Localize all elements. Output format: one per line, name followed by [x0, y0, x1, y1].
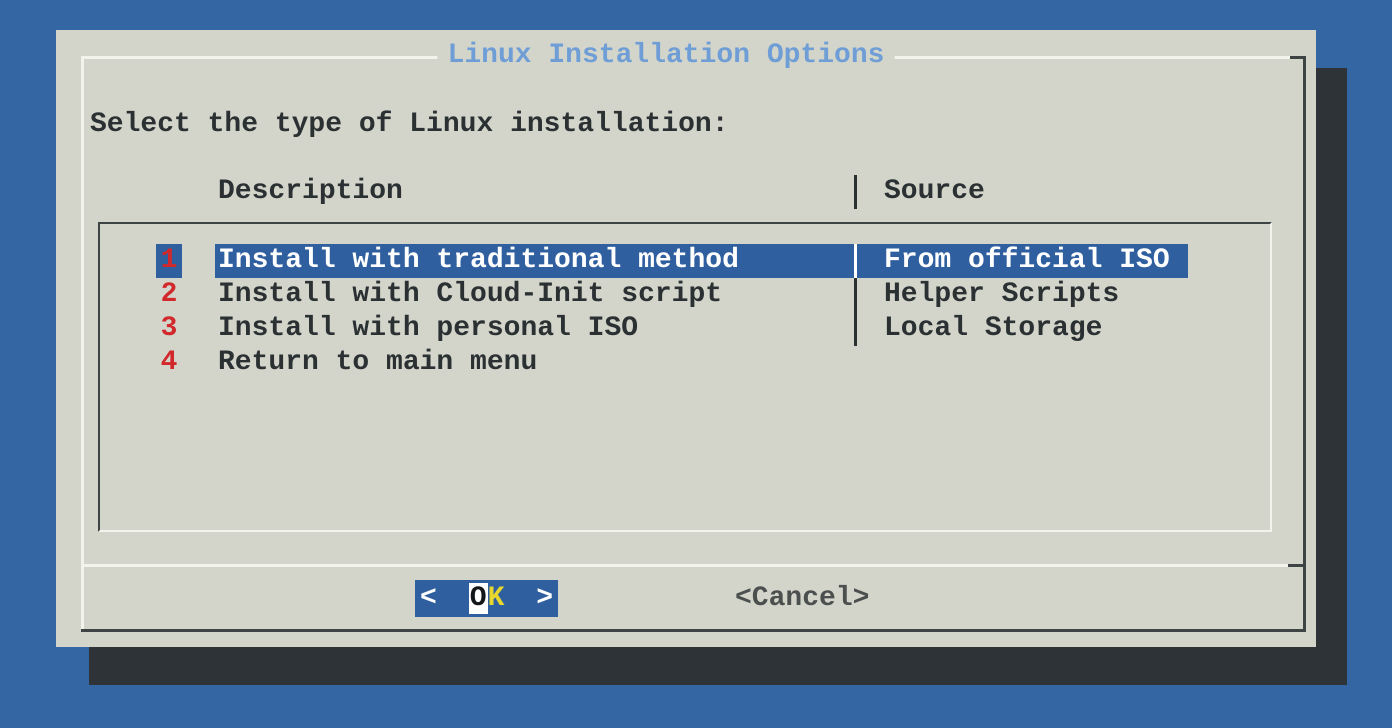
dialog-border-left — [81, 56, 84, 632]
dialog-window: Linux Installation Options Select the ty… — [56, 30, 1316, 647]
button-separator-right-tick — [1288, 564, 1303, 567]
menu-item-4[interactable]: 4 Return to main menu — [100, 346, 1270, 380]
menu-listbox[interactable]: 1 Install with traditional method From off… — [98, 222, 1272, 532]
menu-item-description: Return to main menu — [218, 346, 537, 380]
terminal-screen: Linux Installation Options Select the ty… — [0, 0, 1392, 728]
row-separator-icon — [854, 244, 857, 278]
ok-label: OK — [437, 583, 536, 614]
row-separator-icon — [854, 278, 857, 312]
menu-item-source: Local Storage — [884, 312, 1102, 346]
column-header-description: Description — [218, 175, 403, 209]
menu-item-source: From official ISO — [884, 244, 1170, 278]
dialog-title: Linux Installation Options — [438, 40, 895, 72]
menu-item-1[interactable]: 1 Install with traditional method From off… — [100, 244, 1270, 278]
button-separator-line — [83, 564, 1288, 567]
menu-item-tag: 4 — [156, 346, 182, 380]
menu-item-tag: 1 — [156, 244, 182, 278]
ok-right-bracket: > — [536, 583, 553, 614]
menu-item-tag: 3 — [156, 312, 182, 346]
ok-hotkey: K — [488, 583, 505, 614]
dialog-border-bottom — [81, 629, 1306, 632]
column-header-source: Source — [884, 175, 985, 209]
dialog-message: Select the type of Linux installation: — [90, 108, 729, 142]
dialog-border-right — [1303, 56, 1306, 632]
menu-item-description: Install with personal ISO — [218, 312, 638, 346]
menu-item-source: Helper Scripts — [884, 278, 1119, 312]
menu-item-tag: 2 — [156, 278, 182, 312]
menu-item-description: Install with Cloud-Init script — [218, 278, 722, 312]
ok-left-bracket: < — [420, 583, 437, 614]
cancel-button[interactable]: <Cancel> — [735, 580, 869, 617]
column-separator-icon — [854, 175, 857, 209]
column-headers: Description Source — [56, 175, 1316, 209]
menu-item-description: Install with traditional method — [218, 244, 739, 278]
ok-cursor-char: O — [469, 583, 488, 614]
row-separator-icon — [854, 312, 857, 346]
ok-button[interactable]: < OK > — [415, 580, 558, 617]
menu-item-3[interactable]: 3 Install with personal ISO Local Storage — [100, 312, 1270, 346]
menu-item-2[interactable]: 2 Install with Cloud-Init script Helper Sc… — [100, 278, 1270, 312]
